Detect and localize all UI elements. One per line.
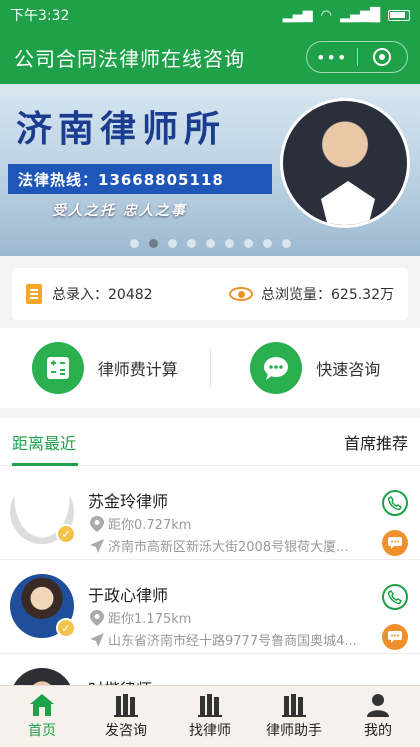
chat-icon	[388, 537, 402, 549]
signal-icon: ▂▄▆	[282, 7, 313, 23]
books-icon	[282, 694, 306, 717]
tab-featured[interactable]: 首席推荐	[344, 430, 408, 454]
nav-mine-label: 我的	[364, 723, 392, 739]
avatar: ✓	[10, 480, 76, 544]
lawyer-name: 于政心律师	[88, 586, 169, 605]
carousel-dot[interactable]	[129, 239, 139, 248]
target-icon	[373, 48, 392, 66]
home-icon	[30, 694, 54, 716]
nav-ask[interactable]: 发咨询	[84, 686, 168, 747]
calculator-icon	[31, 342, 84, 394]
list-item[interactable]: ✓ 于政心律师 距你1.175km 山东省济南市经十路9777号鲁商国奥城4..…	[0, 560, 420, 654]
call-button[interactable]	[382, 584, 408, 610]
nav-lawyer-helper[interactable]: 律师助手	[252, 686, 336, 747]
nav-helper-label: 律师助手	[266, 723, 322, 739]
eye-icon	[229, 287, 253, 301]
address-text: 山东省济南市经十路9777号鲁商国奥城4...	[108, 634, 357, 649]
wifi-icon: ◠	[320, 7, 332, 23]
document-icon	[26, 284, 42, 304]
nav-mine[interactable]: 我的	[336, 686, 420, 747]
nav-home-label: 首页	[28, 723, 56, 739]
books-icon	[114, 694, 138, 717]
page-title: 公司合同法律师在线咨询	[14, 46, 245, 71]
banner-slogan: 受人之托 忠人之事	[52, 203, 187, 219]
fee-calculator-label: 律师费计算	[97, 360, 178, 379]
verified-badge-icon: ✓	[56, 524, 76, 544]
lawyer-address: 济南市高新区新泺大街2008号银荷大厦...	[90, 536, 366, 555]
stats-bar: 总录入：20482 总浏览量：625.32万	[12, 268, 408, 320]
banner-carousel[interactable]: 济南律师所 法律热线：13668805118 受人之托 忠人之事	[0, 84, 420, 256]
list-item[interactable]: ✓ 苏金玲律师 距你0.727km 济南市高新区新泺大街2008号银荷大厦...	[0, 466, 420, 560]
lawyer-name: 苏金玲律师	[88, 492, 169, 511]
lawyer-distance: 距你1.175km	[90, 608, 191, 627]
carousel-dot[interactable]	[205, 239, 215, 248]
message-button[interactable]	[382, 530, 408, 556]
lawyer-address: 山东省济南市经十路9777号鲁商国奥城4...	[90, 630, 366, 649]
signal-icon: ▂▄▆█	[340, 7, 380, 23]
total-views: 总浏览量：625.32万	[261, 287, 394, 303]
user-icon	[367, 694, 389, 717]
bottom-tab-bar: 首页 发咨询 找律师 律师助手 我的	[0, 685, 420, 747]
status-time: 下午3:32	[10, 8, 70, 24]
more-menu-button[interactable]: •••	[307, 48, 357, 67]
fee-calculator-button[interactable]: 律师费计算	[0, 342, 210, 394]
carousel-dot[interactable]	[243, 239, 253, 248]
nav-home[interactable]: 首页	[0, 686, 84, 747]
verified-badge-icon: ✓	[56, 618, 76, 638]
carousel-dot[interactable]	[281, 239, 291, 248]
carousel-dot[interactable]	[167, 239, 177, 248]
quick-actions: 律师费计算 快速咨询	[0, 328, 420, 408]
carousel-dot[interactable]	[148, 239, 158, 248]
chat-bubble-icon	[250, 342, 303, 394]
battery-icon	[388, 9, 410, 21]
quick-consult-button[interactable]: 快速咨询	[211, 342, 420, 394]
message-button[interactable]	[382, 624, 408, 650]
lawyer-distance: 距你0.727km	[90, 514, 191, 533]
total-entries: 总录入：20482	[52, 287, 153, 303]
address-text: 济南市高新区新泺大街2008号银荷大厦...	[108, 540, 349, 555]
nav-find-lawyer[interactable]: 找律师	[168, 686, 252, 747]
miniprogram-capsule: •••	[306, 41, 408, 73]
avatar: ✓	[10, 574, 76, 638]
status-bar: 下午3:32 ▂▄▆ ◠ ▂▄▆█	[0, 0, 420, 30]
lawyer-portrait-image	[280, 98, 410, 228]
phone-icon	[388, 496, 402, 510]
close-miniprogram-button[interactable]	[357, 48, 407, 66]
nav-ask-label: 发咨询	[105, 723, 147, 739]
location-pin-icon	[90, 609, 104, 626]
location-pin-icon	[90, 515, 104, 532]
books-icon	[198, 694, 222, 717]
nav-find-label: 找律师	[189, 723, 231, 739]
navigation-arrow-icon	[90, 632, 104, 647]
carousel-dot[interactable]	[224, 239, 234, 248]
banner-firm-name: 济南律师所	[16, 108, 227, 150]
carousel-indicators	[0, 239, 420, 248]
tab-nearest[interactable]: 距离最近	[12, 418, 79, 466]
quick-consult-label: 快速咨询	[316, 360, 381, 379]
distance-text: 距你0.727km	[108, 518, 192, 533]
chat-icon	[388, 631, 402, 643]
distance-text: 距你1.175km	[108, 612, 192, 627]
list-tabs: 距离最近 首席推荐	[0, 418, 420, 466]
banner-hotline: 法律热线：13668805118	[8, 164, 272, 194]
navigation-arrow-icon	[90, 538, 104, 553]
phone-icon	[388, 590, 402, 604]
call-button[interactable]	[382, 490, 408, 516]
app-header: 公司合同法律师在线咨询 •••	[0, 30, 420, 84]
carousel-dot[interactable]	[186, 239, 196, 248]
carousel-dot[interactable]	[262, 239, 272, 248]
